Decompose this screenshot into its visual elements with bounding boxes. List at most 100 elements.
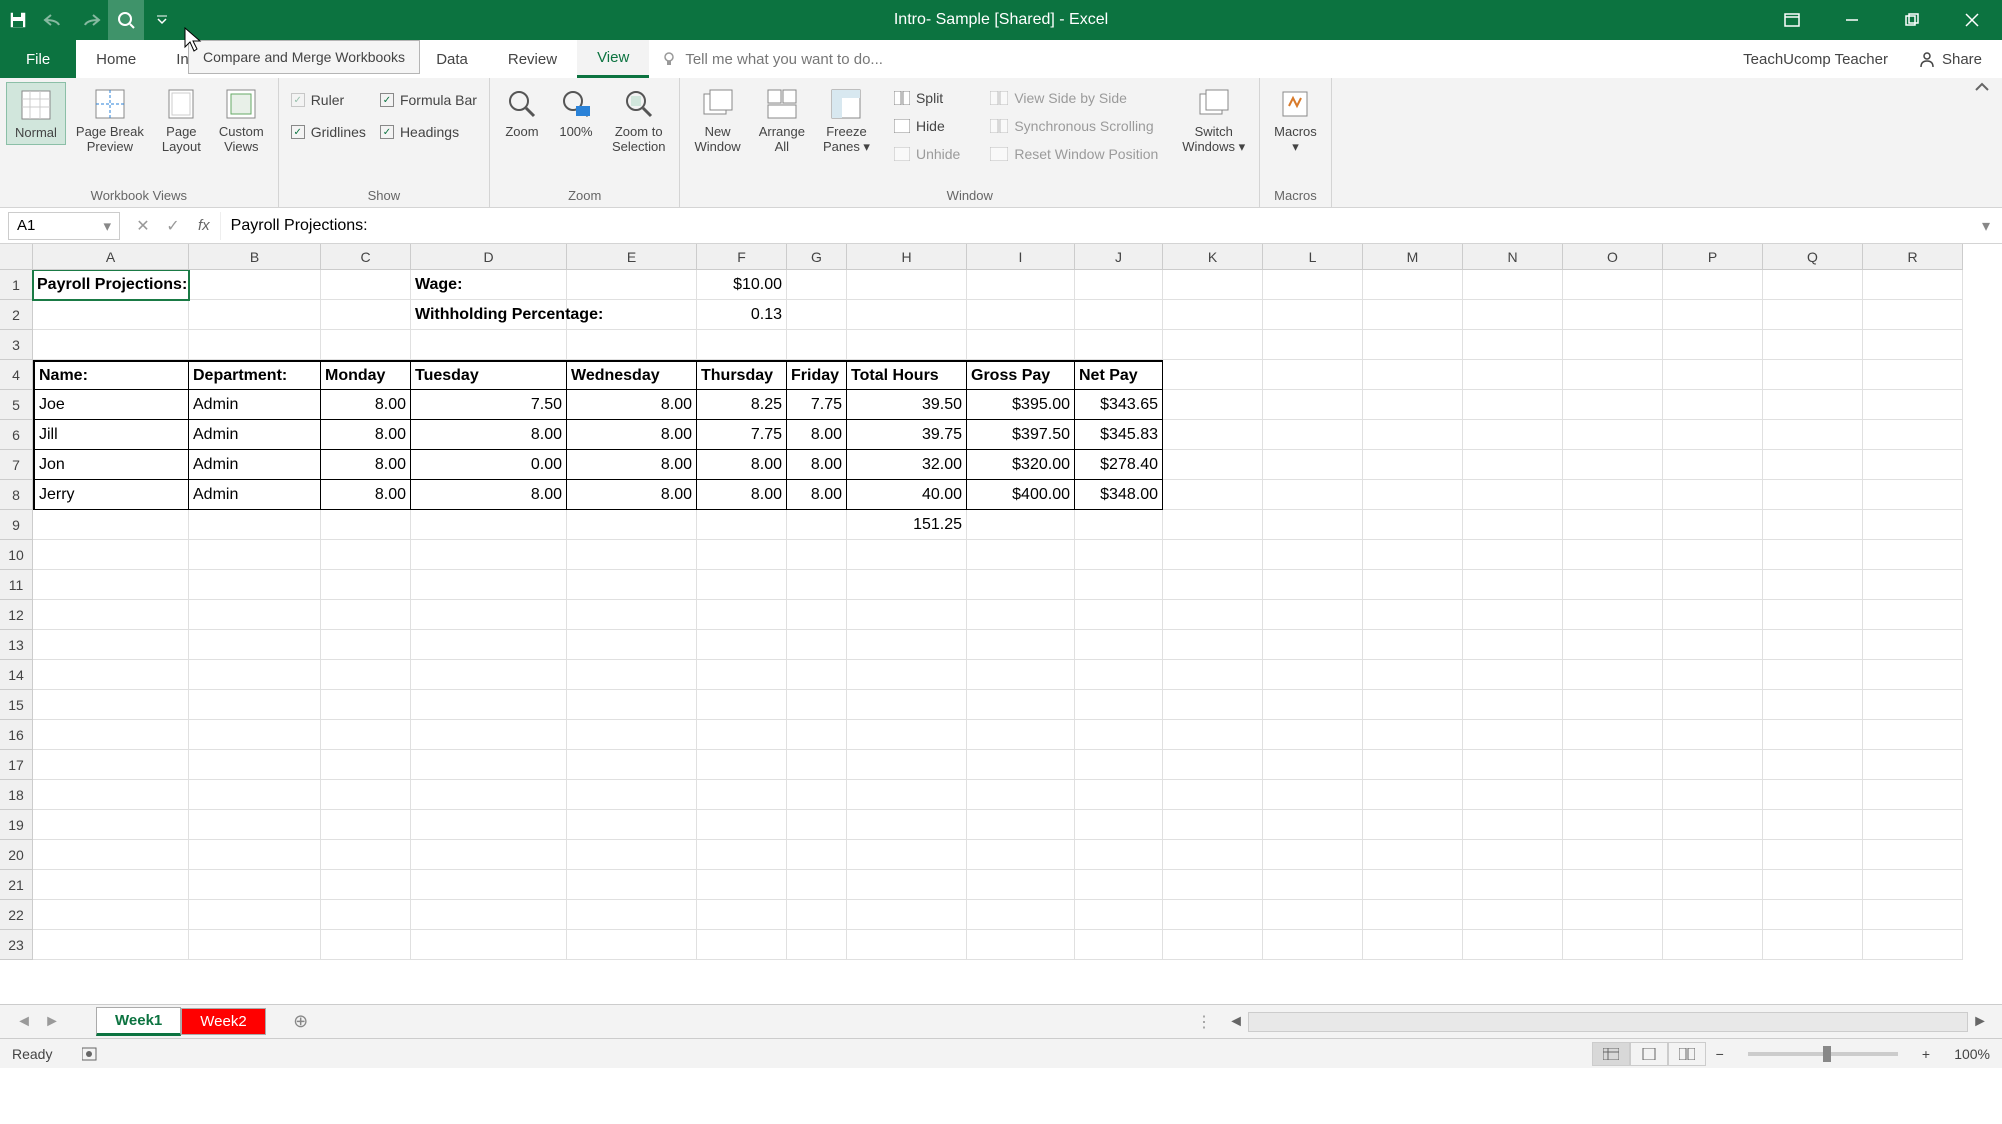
cell-M23[interactable] [1363,930,1463,960]
cell-B22[interactable] [189,900,321,930]
cell-C20[interactable] [321,840,411,870]
cell-J23[interactable] [1075,930,1163,960]
cell-L16[interactable] [1263,720,1363,750]
cell-Q15[interactable] [1763,690,1863,720]
cell-Q8[interactable] [1763,480,1863,510]
column-header-g[interactable]: G [787,244,847,270]
cell-O15[interactable] [1563,690,1663,720]
cell-K8[interactable] [1163,480,1263,510]
cell-Q3[interactable] [1763,330,1863,360]
cell-F11[interactable] [697,570,787,600]
cell-E1[interactable] [567,270,697,300]
cell-J22[interactable] [1075,900,1163,930]
row-header-10[interactable]: 10 [0,540,33,570]
cell-M4[interactable] [1363,360,1463,390]
gridlines-checkbox[interactable]: ✓Gridlines [285,120,372,144]
minimize-button[interactable] [1822,0,1882,40]
cell-F9[interactable] [697,510,787,540]
cell-F1[interactable]: $10.00 [697,270,787,300]
cell-O3[interactable] [1563,330,1663,360]
cell-I13[interactable] [967,630,1075,660]
new-window-button[interactable]: NewWindow [686,82,748,158]
cell-E7[interactable]: 8.00 [567,450,697,480]
cell-Q6[interactable] [1763,420,1863,450]
cell-F5[interactable]: 8.25 [697,390,787,420]
cell-N9[interactable] [1463,510,1563,540]
cell-R17[interactable] [1863,750,1963,780]
cell-D8[interactable]: 8.00 [411,480,567,510]
column-header-n[interactable]: N [1463,244,1563,270]
cell-K15[interactable] [1163,690,1263,720]
cell-I15[interactable] [967,690,1075,720]
row-header-15[interactable]: 15 [0,690,33,720]
cell-R20[interactable] [1863,840,1963,870]
cell-B15[interactable] [189,690,321,720]
row-header-12[interactable]: 12 [0,600,33,630]
account-name[interactable]: TeachUcomp Teacher [1743,51,1888,68]
page-break-status-button[interactable] [1668,1042,1706,1066]
cell-A23[interactable] [33,930,189,960]
cell-P11[interactable] [1663,570,1763,600]
cell-H3[interactable] [847,330,967,360]
cell-O8[interactable] [1563,480,1663,510]
cell-G8[interactable]: 8.00 [787,480,847,510]
cell-C16[interactable] [321,720,411,750]
cell-B19[interactable] [189,810,321,840]
cell-R11[interactable] [1863,570,1963,600]
cell-D11[interactable] [411,570,567,600]
cell-L9[interactable] [1263,510,1363,540]
cell-K4[interactable] [1163,360,1263,390]
qat-customize-button[interactable] [144,0,180,40]
cell-H21[interactable] [847,870,967,900]
tell-me-search[interactable]: Tell me what you want to do... [649,40,895,78]
cell-O1[interactable] [1563,270,1663,300]
cell-C11[interactable] [321,570,411,600]
tab-view[interactable]: View [577,40,649,78]
cell-H16[interactable] [847,720,967,750]
redo-button[interactable] [72,0,108,40]
cell-R14[interactable] [1863,660,1963,690]
cell-O20[interactable] [1563,840,1663,870]
cell-Q19[interactable] [1763,810,1863,840]
row-header-6[interactable]: 6 [0,420,33,450]
cell-J7[interactable]: $278.40 [1075,450,1163,480]
zoom-selection-button[interactable]: Zoom toSelection [604,82,673,158]
cell-P9[interactable] [1663,510,1763,540]
page-layout-status-button[interactable] [1630,1042,1668,1066]
cell-H12[interactable] [847,600,967,630]
cell-Q12[interactable] [1763,600,1863,630]
cell-R22[interactable] [1863,900,1963,930]
cell-N13[interactable] [1463,630,1563,660]
cell-G5[interactable]: 7.75 [787,390,847,420]
tab-home[interactable]: Home [76,40,156,78]
cell-J14[interactable] [1075,660,1163,690]
column-header-a[interactable]: A [33,244,189,270]
cell-R5[interactable] [1863,390,1963,420]
cell-A8[interactable]: Jerry [33,480,189,510]
cell-F17[interactable] [697,750,787,780]
cell-P21[interactable] [1663,870,1763,900]
cell-K12[interactable] [1163,600,1263,630]
cell-H10[interactable] [847,540,967,570]
cell-K22[interactable] [1163,900,1263,930]
cell-R16[interactable] [1863,720,1963,750]
cell-C3[interactable] [321,330,411,360]
cell-E5[interactable]: 8.00 [567,390,697,420]
cell-C5[interactable]: 8.00 [321,390,411,420]
zoom-100-button[interactable]: 100% [550,82,602,143]
hide-button[interactable]: Hide [888,114,966,138]
cancel-formula-button[interactable]: ✕ [128,216,158,236]
cell-J15[interactable] [1075,690,1163,720]
cell-C13[interactable] [321,630,411,660]
cell-B21[interactable] [189,870,321,900]
cell-G9[interactable] [787,510,847,540]
share-button[interactable]: Share [1918,50,1982,68]
cell-I18[interactable] [967,780,1075,810]
cell-M21[interactable] [1363,870,1463,900]
cell-N18[interactable] [1463,780,1563,810]
cell-A19[interactable] [33,810,189,840]
row-header-4[interactable]: 4 [0,360,33,390]
cell-A5[interactable]: Joe [33,390,189,420]
cell-Q14[interactable] [1763,660,1863,690]
cell-K20[interactable] [1163,840,1263,870]
